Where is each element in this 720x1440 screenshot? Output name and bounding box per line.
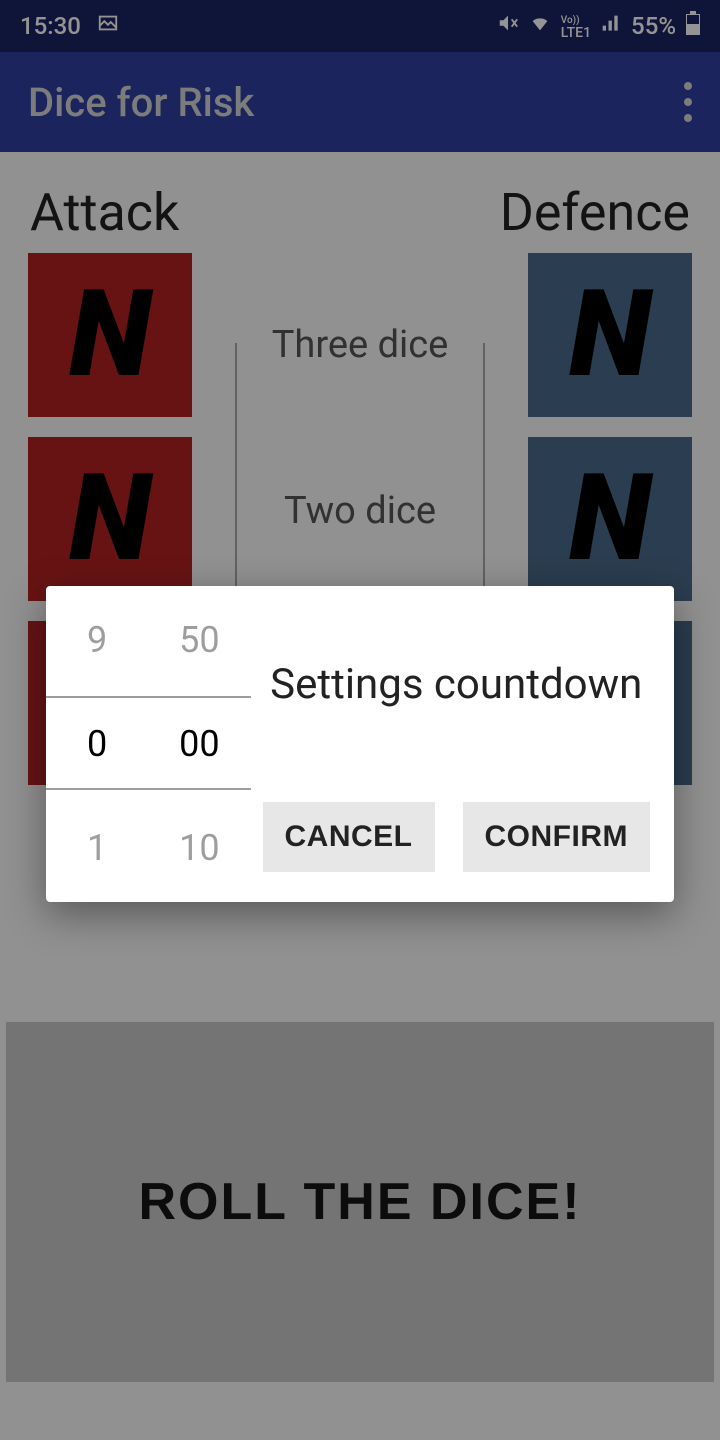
settings-countdown-dialog: 9 0 1 50 00 10 Settings countdown CANCEL… [46,586,674,902]
picker-column-minutes[interactable]: 9 0 1 [46,586,148,902]
confirm-button[interactable]: CONFIRM [463,802,650,872]
picker-column-seconds[interactable]: 50 00 10 [148,586,250,902]
picker-next[interactable]: 1 [87,796,107,900]
picker-selected[interactable]: 00 [179,692,219,796]
picker-prev[interactable]: 50 [179,588,219,692]
cancel-button[interactable]: CANCEL [263,802,435,872]
picker-next[interactable]: 10 [179,796,219,900]
dialog-title: Settings countdown [263,660,650,710]
picker-selected[interactable]: 0 [87,692,107,796]
picker-prev[interactable]: 9 [87,588,107,692]
number-picker[interactable]: 9 0 1 50 00 10 [46,586,251,902]
